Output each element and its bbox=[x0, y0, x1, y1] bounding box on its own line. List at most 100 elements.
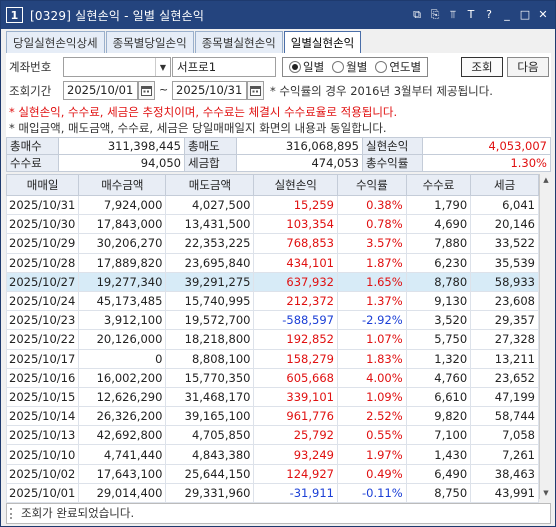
table-row[interactable]: 2025/10/15 12,626,290 31,468,170 339,101 1.0… bbox=[5, 386, 539, 408]
tab-by-stock-today[interactable]: 종목별당일손익 bbox=[105, 31, 194, 53]
table-row[interactable]: 2025/10/24 45,173,485 15,740,995 212,372 1.3… bbox=[5, 290, 539, 312]
realized-pnl-cell: 15,259 bbox=[253, 194, 338, 216]
table-row[interactable]: 2025/10/17 0 8,808,100 158,279 1.83% 1,320 13,… bbox=[5, 348, 539, 369]
tax-cell: 27,328 bbox=[470, 329, 539, 350]
fee-cell: 6,230 bbox=[405, 252, 472, 273]
date-separator: ~ bbox=[159, 83, 169, 96]
col-fee-header[interactable]: 수수료 bbox=[405, 174, 472, 196]
estimate-warning: * 실현손익, 수수료, 세금은 추정치이며, 수수료는 체결시 수수료율로 적… bbox=[9, 105, 398, 119]
period-label: 조회기간 bbox=[9, 84, 52, 98]
return-rate-cell: 1.83% bbox=[336, 348, 407, 369]
radio-circle[interactable] bbox=[332, 61, 345, 73]
realized-pnl-cell: 192,852 bbox=[253, 329, 338, 350]
fee-cell: 1,790 bbox=[405, 194, 472, 216]
return-rate-cell: 0.49% bbox=[336, 463, 407, 484]
table-row[interactable]: 2025/10/27 19,277,340 39,291,275 637,932 1.6… bbox=[5, 271, 539, 292]
radio-daily[interactable]: 일별 bbox=[289, 59, 324, 75]
date-cell: 2025/10/23 bbox=[5, 310, 80, 331]
date-cell: 2025/10/15 bbox=[5, 386, 80, 408]
tax-cell: 23,652 bbox=[470, 367, 539, 388]
total-rate-label: 총수익률 bbox=[362, 154, 423, 172]
close-icon[interactable]: ✕ bbox=[535, 6, 551, 23]
table-row[interactable]: 2025/10/28 17,889,820 23,695,840 434,101 1.8… bbox=[5, 252, 539, 273]
date-cell: 2025/10/13 bbox=[5, 425, 80, 446]
account-number-masked bbox=[64, 58, 146, 76]
col-sell-header[interactable]: 매도금액 bbox=[165, 174, 255, 196]
return-rate-cell: 2.52% bbox=[336, 406, 407, 427]
date-cell: 2025/10/27 bbox=[5, 271, 80, 292]
realized-pnl-cell: 961,776 bbox=[253, 406, 338, 427]
table-row[interactable]: 2025/10/13 42,692,800 4,705,850 25,792 0.55%… bbox=[5, 425, 539, 446]
radio-circle[interactable] bbox=[289, 61, 301, 73]
tax-cell: 23,608 bbox=[470, 290, 539, 312]
minimize-icon[interactable]: _ bbox=[499, 6, 515, 23]
buy-amount-cell: 17,843,000 bbox=[78, 214, 167, 235]
tax-cell: 35,539 bbox=[470, 252, 539, 273]
col-tax-header[interactable]: 세금 bbox=[470, 174, 539, 196]
calendar-icon[interactable] bbox=[138, 81, 155, 100]
table-row[interactable]: 2025/10/31 7,924,000 4,027,500 15,259 0.38% 1… bbox=[5, 194, 539, 216]
radio-circle[interactable] bbox=[375, 61, 388, 73]
table-row[interactable]: 2025/10/23 3,912,100 19,572,700 -588,597 -2.… bbox=[5, 310, 539, 331]
maximize-icon[interactable]: □ bbox=[517, 6, 533, 23]
tab-by-stock-realized[interactable]: 종목별실현손익 bbox=[194, 31, 283, 53]
date-to-input[interactable]: 2025/10/31 bbox=[172, 81, 247, 100]
chevron-down-icon[interactable]: ▼ bbox=[155, 58, 170, 76]
tab-daily-detail[interactable]: 당일실현손익상세 bbox=[6, 31, 105, 53]
fee-cell: 4,690 bbox=[405, 214, 472, 235]
next-button[interactable]: 다음 bbox=[507, 57, 549, 77]
calendar-icon[interactable] bbox=[247, 81, 264, 100]
scroll-down-icon[interactable]: ▼ bbox=[540, 487, 552, 499]
table-row[interactable]: 2025/10/02 17,643,100 25,644,150 124,927 0.4… bbox=[5, 463, 539, 484]
realized-pnl-label: 실현손익 bbox=[362, 137, 423, 155]
table-row[interactable]: 2025/10/10 4,741,440 4,843,380 93,249 1.97% 1… bbox=[5, 444, 539, 465]
table-row[interactable]: 2025/10/29 30,206,270 22,353,225 768,853 3.5… bbox=[5, 233, 539, 254]
tax-cell: 58,744 bbox=[470, 406, 539, 427]
link-icon[interactable]: ⎘ bbox=[427, 6, 443, 23]
col-date-header[interactable]: 매매일 bbox=[5, 174, 80, 196]
date-from-input[interactable]: 2025/10/01 bbox=[63, 81, 138, 100]
buy-amount-cell: 19,277,340 bbox=[78, 271, 167, 292]
info-note: * 매입금액, 매도금액, 수수료, 세금은 당일매매일지 화면의 내용과 동일… bbox=[9, 121, 387, 135]
tax-cell: 33,522 bbox=[470, 233, 539, 254]
sell-amount-cell: 8,808,100 bbox=[165, 348, 255, 369]
return-rate-cell: -2.92% bbox=[336, 310, 407, 331]
text-icon[interactable]: T bbox=[463, 6, 479, 23]
fee-cell: 8,750 bbox=[405, 482, 472, 504]
buy-amount-cell: 12,626,290 bbox=[78, 386, 167, 408]
col-rate-header[interactable]: 수익률 bbox=[336, 174, 407, 196]
total-sell-value: 316,068,895 bbox=[236, 137, 363, 155]
radio-monthly[interactable]: 월별 bbox=[332, 59, 367, 75]
account-select[interactable]: ▼ bbox=[63, 57, 171, 77]
table-row[interactable]: 2025/10/30 17,843,000 13,431,500 103,354 0.7… bbox=[5, 214, 539, 235]
scroll-up-icon[interactable]: ▲ bbox=[540, 174, 552, 186]
sell-amount-cell: 19,572,700 bbox=[165, 310, 255, 331]
col-buy-header[interactable]: 매수금액 bbox=[78, 174, 167, 196]
fee-cell: 7,880 bbox=[405, 233, 472, 254]
fee-cell: 1,320 bbox=[405, 348, 472, 369]
radio-daily-label: 일별 bbox=[303, 60, 325, 74]
sell-amount-cell: 4,027,500 bbox=[165, 194, 255, 216]
date-cell: 2025/10/31 bbox=[5, 194, 80, 216]
sell-amount-cell: 18,218,800 bbox=[165, 329, 255, 350]
query-button[interactable]: 조회 bbox=[461, 57, 503, 77]
account-label: 계좌번호 bbox=[9, 60, 52, 74]
radio-yearly[interactable]: 연도별 bbox=[375, 59, 421, 75]
realized-pnl-cell: -31,911 bbox=[253, 482, 338, 504]
col-pnl-header[interactable]: 실현손익 bbox=[253, 174, 338, 196]
tax-cell: 20,146 bbox=[470, 214, 539, 235]
table-row[interactable]: 2025/10/01 29,014,400 29,331,960 -31,911 -0.… bbox=[5, 482, 539, 504]
rate-note: * 수익률의 경우 2016년 3월부터 제공됩니다. bbox=[270, 84, 493, 98]
help-icon[interactable]: ? bbox=[481, 6, 497, 23]
vertical-scrollbar[interactable]: ▲ ▼ bbox=[539, 174, 551, 499]
sell-amount-cell: 31,468,170 bbox=[165, 386, 255, 408]
pin-icon[interactable]: ⫪ bbox=[445, 6, 461, 23]
tab-daily-realized[interactable]: 일별실현손익 bbox=[283, 31, 362, 54]
window-icon[interactable]: ⧉ bbox=[409, 6, 425, 23]
realized-pnl-cell: 605,668 bbox=[253, 367, 338, 388]
table-row[interactable]: 2025/10/16 16,002,200 15,770,350 605,668 4.0… bbox=[5, 367, 539, 388]
fee-cell: 8,780 bbox=[405, 271, 472, 292]
table-row[interactable]: 2025/10/22 20,126,000 18,218,800 192,852 1.0… bbox=[5, 329, 539, 350]
table-row[interactable]: 2025/10/14 26,326,200 39,165,100 961,776 2.5… bbox=[5, 406, 539, 427]
sell-amount-cell: 22,353,225 bbox=[165, 233, 255, 254]
